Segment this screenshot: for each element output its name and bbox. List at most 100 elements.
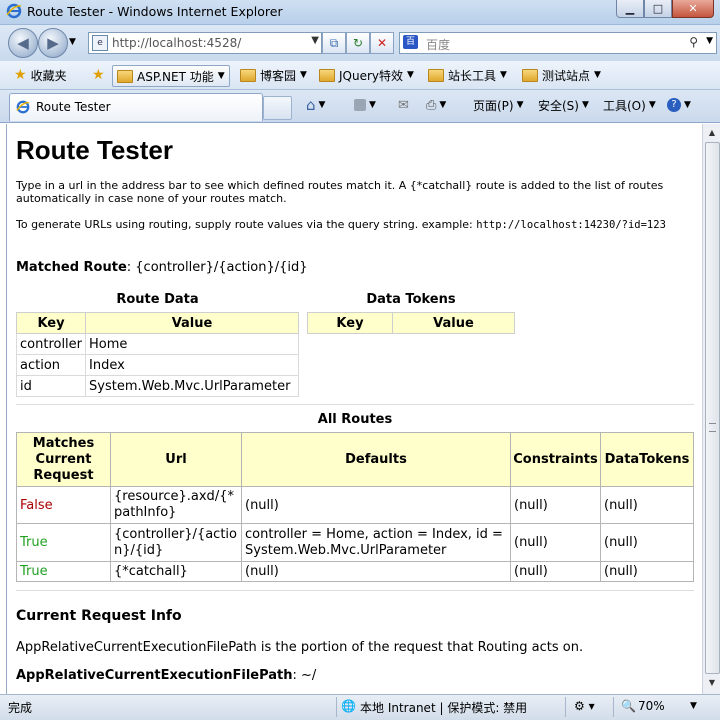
table-row: False {resource}.axd/{*pathInfo} (null) …: [16, 486, 694, 524]
chevron-down-icon: ▼: [369, 100, 376, 110]
tab-route-tester[interactable]: Route Tester: [9, 93, 263, 121]
add-favorite-button[interactable]: ★: [92, 65, 105, 85]
add-favorite-icon: ★: [92, 67, 105, 83]
route-value: System.Web.Mvc.UrlParameter: [85, 375, 299, 397]
route-constraints: (null): [510, 523, 601, 562]
address-input[interactable]: http://localhost:4528/: [112, 36, 241, 50]
generate-text: To generate URLs using routing, supply r…: [16, 218, 477, 231]
page-menu[interactable]: 页面(P) ▼: [473, 95, 524, 115]
minimize-button[interactable]: ▁: [616, 0, 644, 18]
current-request-heading: Current Request Info: [16, 608, 182, 624]
favorite-item-label: ASP.NET 功能: [137, 69, 214, 84]
compatibility-view-button[interactable]: ⧉: [322, 32, 346, 54]
route-match: True: [16, 523, 111, 562]
chevron-down-icon: ▼: [594, 70, 601, 80]
favorite-item-webmaster[interactable]: 站长工具 ▼: [428, 65, 507, 85]
tab-row: Route Tester ⌂ ▼ ▼ ✉ ⎙ ▼ 页面(P) ▼ 安全(S) ▼…: [0, 90, 720, 123]
search-dropdown-icon[interactable]: ▼: [706, 36, 713, 46]
matched-route-label: Matched Route: [16, 260, 127, 275]
route-datatokens: (null): [600, 523, 694, 562]
chevron-down-icon: ▼: [648, 100, 656, 110]
minimize-icon: ▁: [625, 2, 635, 15]
route-url: {*catchall}: [110, 561, 242, 582]
rss-icon: [354, 99, 366, 111]
maximize-button[interactable]: □: [644, 0, 672, 18]
favorite-item-jquery[interactable]: JQuery特效 ▼: [319, 65, 414, 85]
route-key: action: [15, 354, 87, 376]
history-dropdown-icon[interactable]: ▼: [69, 37, 76, 47]
route-key: controller: [15, 333, 87, 355]
close-button[interactable]: ✕: [672, 0, 714, 18]
folder-icon: [240, 68, 256, 82]
favorite-item-label: 博客园: [260, 68, 297, 83]
home-icon: ⌂: [306, 96, 316, 114]
status-text: 完成: [8, 701, 33, 715]
route-defaults: (null): [241, 486, 511, 524]
zoom-level[interactable]: 70%: [638, 699, 665, 713]
popup-blocker-icon[interactable]: ⚙ ▾: [574, 699, 595, 713]
address-dropdown-icon[interactable]: ▼: [311, 35, 319, 46]
zoom-dropdown-icon[interactable]: ▼: [690, 701, 697, 711]
data-tokens-header-value: Value: [392, 312, 515, 334]
safety-menu[interactable]: 安全(S) ▼: [538, 95, 589, 115]
refresh-icon: ↻: [352, 36, 364, 50]
folder-icon: [319, 68, 335, 82]
search-box[interactable]: 百 百度 ⚲ ▼: [399, 32, 717, 54]
folder-icon: [117, 69, 133, 83]
mail-button[interactable]: ✉: [398, 95, 409, 115]
favorites-button[interactable]: ★ 收藏夹: [14, 65, 67, 85]
divider: [16, 590, 694, 591]
intro-text: Type in a url in the address bar to see …: [16, 179, 664, 205]
help-icon: ?: [667, 98, 681, 112]
matched-route-value: : {controller}/{action}/{id}: [126, 260, 308, 275]
scroll-down-icon[interactable]: ▼: [705, 676, 719, 690]
refresh-button[interactable]: ↻: [346, 32, 370, 54]
favorite-item-aspnet[interactable]: ASP.NET 功能 ▼: [112, 65, 230, 87]
status-divider: [613, 697, 614, 717]
folder-icon: [428, 68, 444, 82]
route-constraints: (null): [510, 486, 601, 524]
title-bar[interactable]: Route Tester - Windows Internet Explorer…: [0, 0, 720, 25]
help-button[interactable]: ? ▼: [667, 95, 691, 115]
vertical-scrollbar[interactable]: ▲ ▼: [702, 124, 720, 694]
feeds-button[interactable]: ▼: [354, 95, 376, 115]
status-divider: [336, 697, 337, 717]
favorite-item-test[interactable]: 测试站点 ▼: [522, 65, 601, 85]
data-tokens-table: Key Value: [307, 312, 515, 334]
current-request-path: AppRelativeCurrentExecutionFilePath: ~/: [16, 668, 696, 684]
ie-window: Route Tester - Windows Internet Explorer…: [0, 0, 720, 720]
scroll-thumb[interactable]: [705, 142, 720, 674]
baidu-icon: 百: [403, 35, 418, 49]
security-zone[interactable]: 本地 Intranet | 保护模式: 禁用: [360, 699, 527, 716]
folder-icon: [522, 68, 538, 82]
back-button[interactable]: ◀: [8, 28, 38, 58]
search-input[interactable]: 百度: [426, 36, 450, 53]
favorite-item-cnblogs[interactable]: 博客园 ▼: [240, 65, 307, 85]
search-icon[interactable]: ⚲: [689, 35, 698, 49]
all-routes-table: Matches Current Request Url Defaults Con…: [16, 432, 694, 582]
header-defaults: Defaults: [241, 432, 511, 487]
favorites-star-icon: ★: [14, 67, 27, 83]
chevron-down-icon: ▼: [217, 71, 225, 81]
stop-button[interactable]: ✕: [370, 32, 394, 54]
back-arrow-icon: ◀: [17, 34, 29, 52]
forward-button[interactable]: ▶: [38, 28, 68, 58]
home-button[interactable]: ⌂ ▼: [306, 95, 325, 115]
data-tokens-header-key: Key: [307, 312, 393, 334]
zone-globe-icon: 🌐: [341, 699, 356, 713]
tools-menu-label: 工具(O): [603, 98, 646, 113]
scroll-up-icon[interactable]: ▲: [705, 126, 719, 140]
divider: [16, 404, 694, 405]
header-constraints: Constraints: [510, 432, 601, 487]
new-tab-button[interactable]: [263, 96, 292, 120]
matched-route: Matched Route: {controller}/{action}/{id…: [16, 260, 308, 275]
route-url: {resource}.axd/{*pathInfo}: [110, 486, 242, 524]
all-routes-caption: All Routes: [317, 412, 393, 427]
address-bar[interactable]: e http://localhost:4528/ ▼: [88, 32, 322, 54]
route-defaults: controller = Home, action = Index, id = …: [241, 523, 511, 562]
tools-menu[interactable]: 工具(O) ▼: [603, 95, 656, 115]
chevron-down-icon: ▼: [581, 100, 589, 110]
chevron-down-icon: ▼: [439, 100, 447, 110]
tab-label: Route Tester: [36, 100, 111, 114]
print-button[interactable]: ⎙ ▼: [426, 95, 446, 115]
